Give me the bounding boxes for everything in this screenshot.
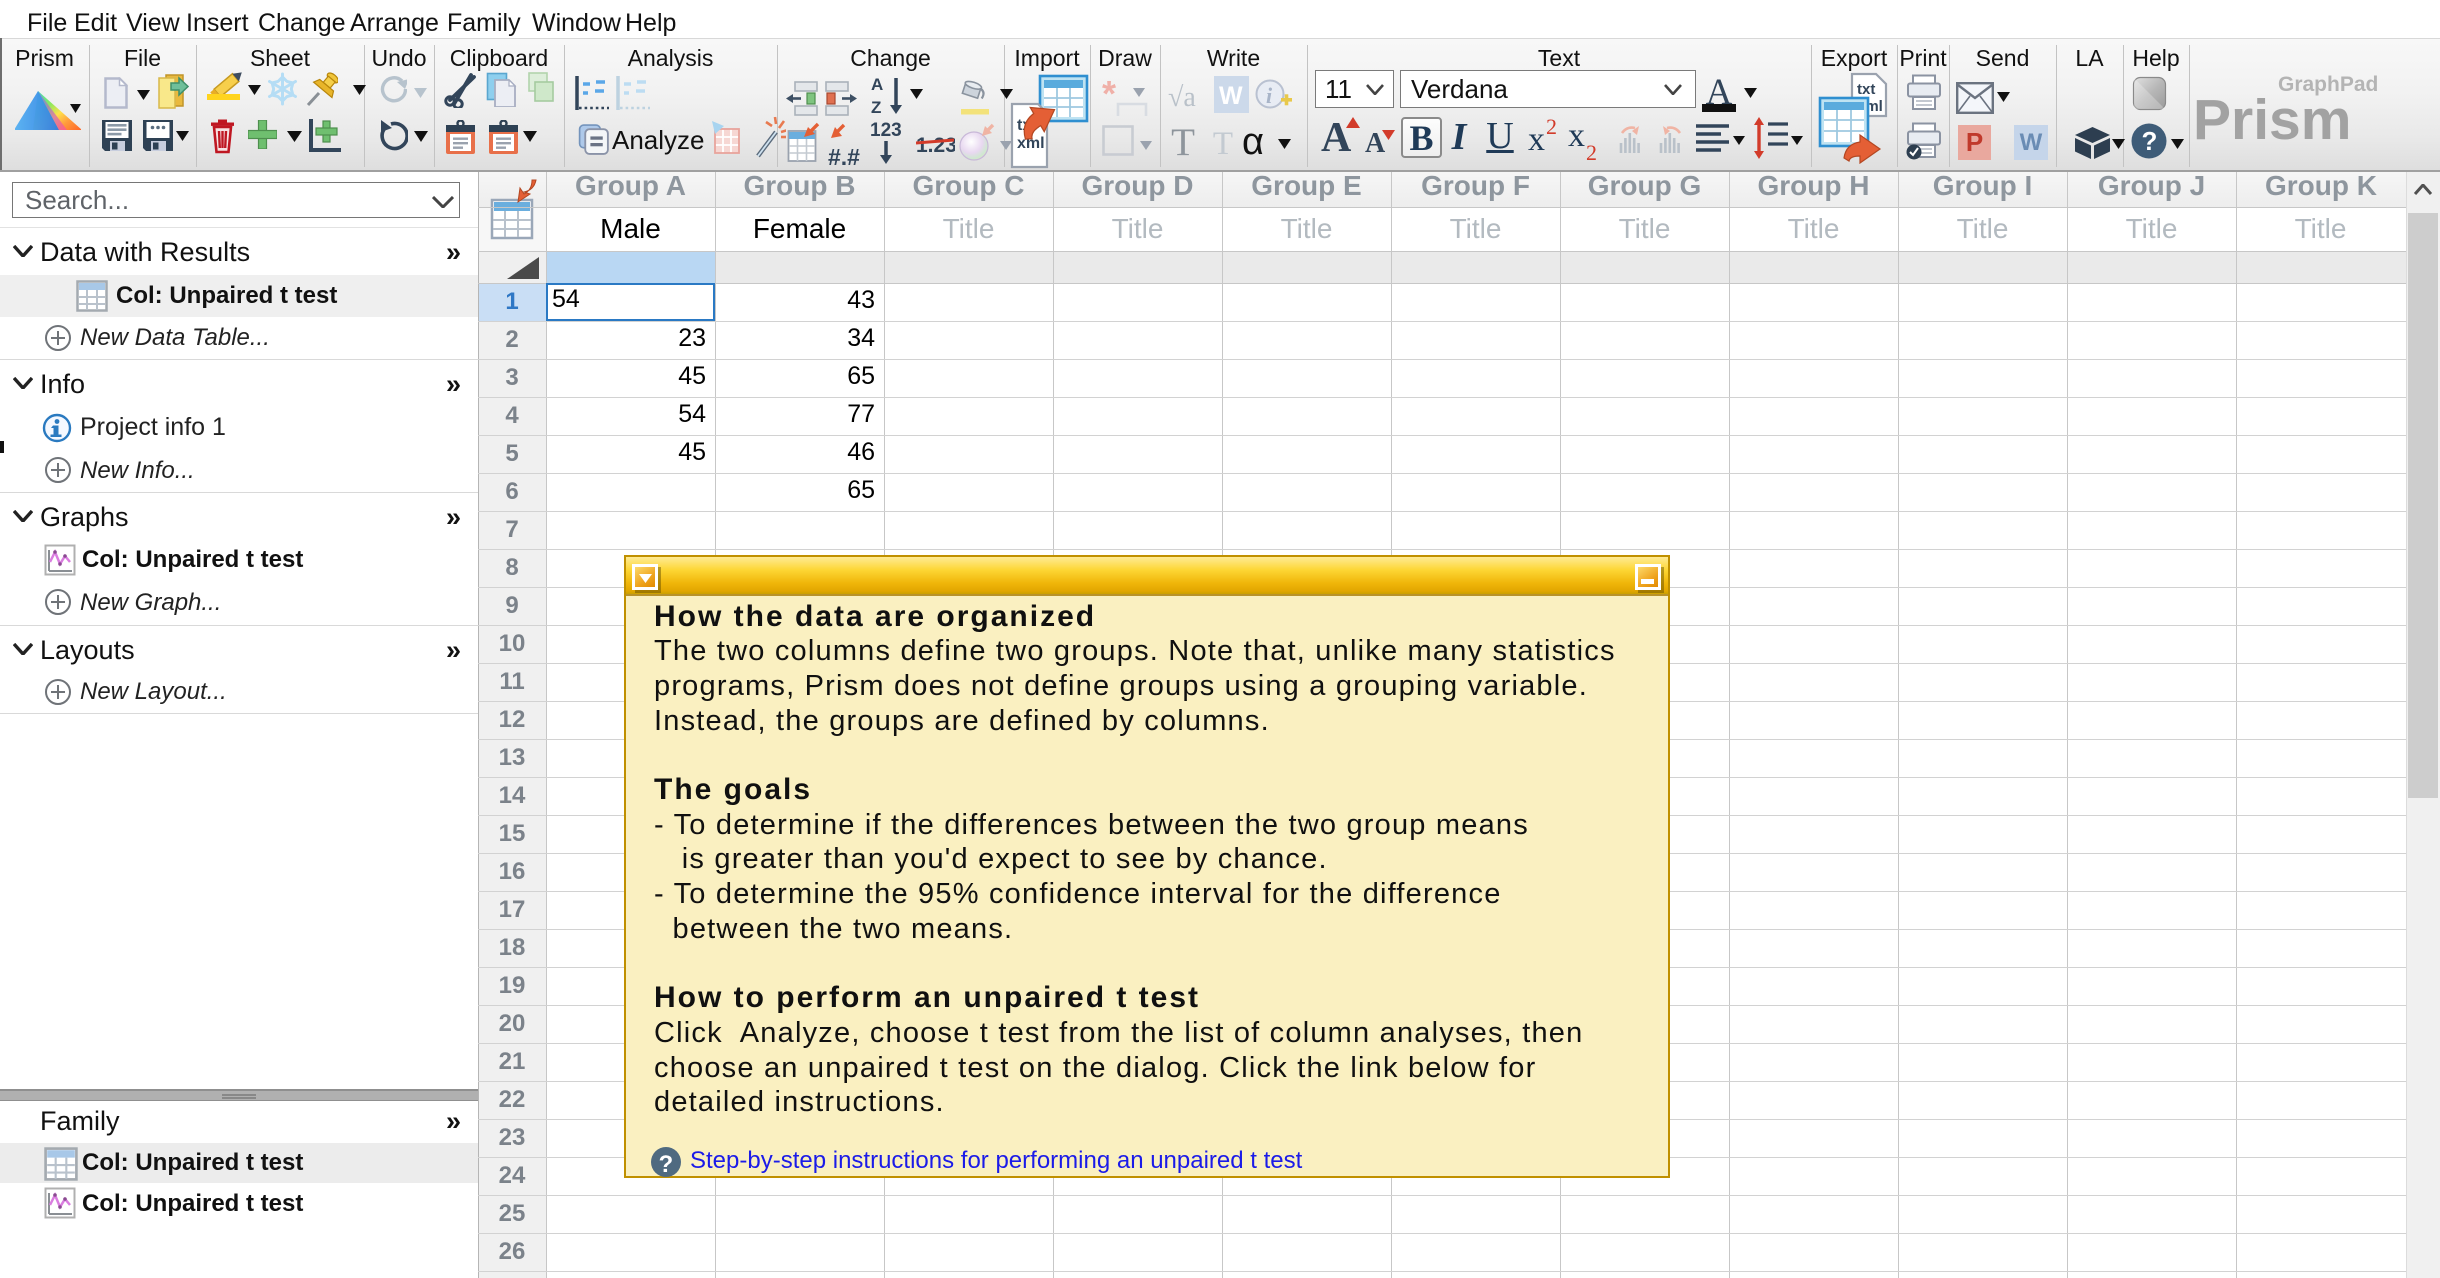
- svg-text:?: ?: [659, 1151, 674, 1178]
- svg-text:x: x: [1568, 118, 1585, 154]
- svg-text:i: i: [1266, 83, 1273, 108]
- svg-text:√a: √a: [1168, 82, 1196, 112]
- svg-text:W: W: [1219, 82, 1243, 110]
- svg-text:2: 2: [1546, 118, 1557, 139]
- svg-text:1.23: 1.23: [916, 134, 955, 157]
- svg-text:txt: txt: [1857, 81, 1875, 98]
- svg-text:#.#: #.#: [828, 144, 860, 168]
- svg-text:Z: Z: [871, 98, 881, 115]
- svg-text:x: x: [1528, 121, 1545, 158]
- svg-text:A: A: [871, 75, 883, 94]
- svg-text:123: 123: [870, 121, 902, 141]
- svg-text:2: 2: [1586, 140, 1597, 162]
- svg-text:?: ?: [2142, 126, 2158, 156]
- svg-text:*: *: [1102, 74, 1116, 114]
